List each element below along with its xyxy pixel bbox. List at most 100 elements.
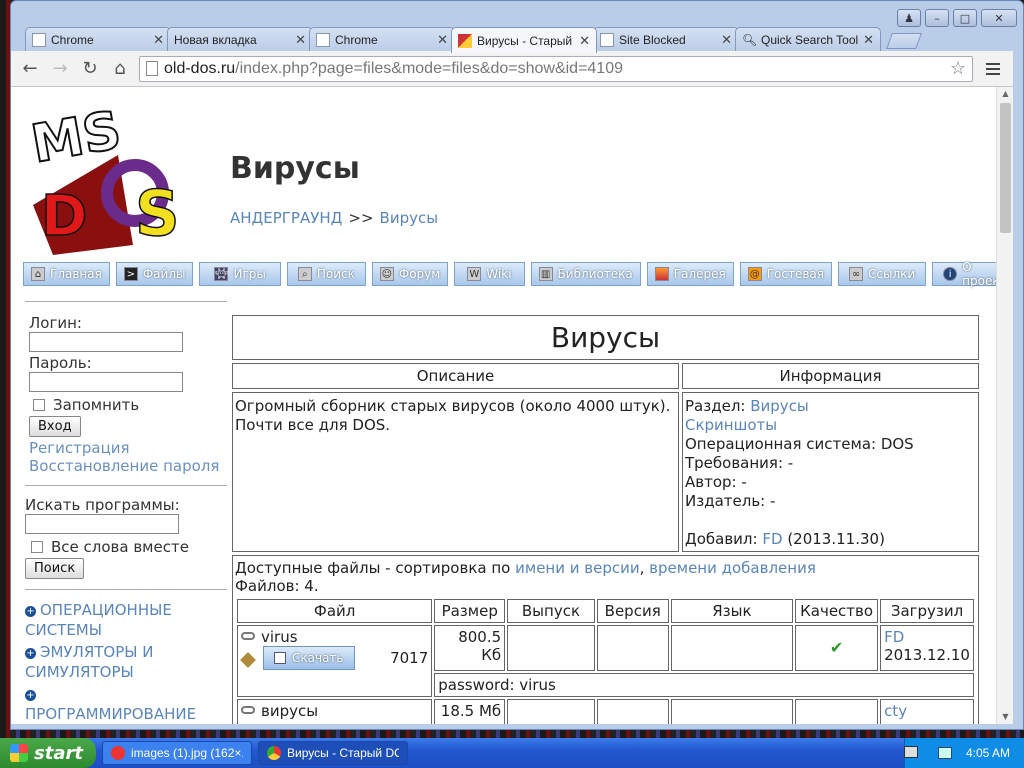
password-field[interactable] [29, 372, 183, 392]
reload-icon[interactable]: ↻ [79, 58, 101, 80]
nav-label: Главная [50, 267, 102, 281]
nav-gallery[interactable]: Галерея [646, 262, 734, 286]
login-label: Логин: [29, 314, 82, 332]
address-bar[interactable]: old-dos.ru/index.php?page=files&mode=fil… [139, 55, 973, 82]
restore-password-link[interactable]: Восстановление пароля [29, 457, 227, 475]
file-size: 800.5 Кб [434, 625, 506, 671]
system-tray: 4:05 AM [904, 738, 1024, 768]
clock[interactable]: 4:05 AM [966, 746, 1010, 760]
file-version [596, 699, 669, 724]
remember-checkbox-row[interactable]: Запомнить [33, 396, 227, 414]
tab-chrome-1[interactable]: Chrome ✕ [25, 27, 171, 51]
keyboard-icon[interactable] [904, 746, 918, 758]
scroll-down-arrow-icon[interactable]: ▼ [997, 710, 1013, 724]
window-controls: ♟ – □ ✕ [897, 9, 1017, 27]
column-header: Версия [596, 599, 669, 623]
home-icon[interactable]: ⌂ [109, 58, 131, 80]
nav-library[interactable]: ▥ Библиотека [530, 262, 641, 286]
tab-title: Вирусы - Старый DOS [477, 33, 575, 48]
breadcrumb-current-link[interactable]: Вирусы [380, 209, 439, 227]
nav-home[interactable]: ⌂ Главная [23, 262, 110, 286]
tab-site-blocked[interactable]: Site Blocked ✕ [593, 27, 739, 51]
scroll-up-arrow-icon[interactable]: ▲ [997, 87, 1013, 101]
nav-guestbook[interactable]: @ Гостевая [739, 262, 832, 286]
vertical-scrollbar[interactable]: ▲ ▼ [996, 87, 1013, 724]
file-release [507, 699, 595, 724]
all-words-checkbox-row[interactable]: Все слова вместе [31, 538, 227, 556]
login-field[interactable] [29, 332, 183, 352]
bookmark-star-icon[interactable]: ☆ [950, 58, 966, 79]
nav-files[interactable]: > Файлы [115, 262, 194, 286]
login-button[interactable]: Вход [29, 416, 81, 437]
guestbook-icon: @ [747, 267, 762, 281]
all-words-label: Все слова вместе [51, 538, 189, 556]
table-row: вирусы 18.5 Мб cty [237, 699, 974, 724]
files-table: Файл Размер Выпуск Версия Язык Качество … [235, 597, 976, 724]
divider [25, 485, 227, 486]
nav-links[interactable]: ∞ Ссылки [838, 262, 927, 286]
column-header: Язык [670, 599, 794, 623]
close-button[interactable]: ✕ [981, 9, 1017, 27]
page-title: Вирусы [230, 151, 360, 186]
register-link[interactable]: Регистрация [29, 439, 227, 457]
back-arrow-icon[interactable]: ← [19, 58, 41, 80]
tab-new-tab[interactable]: Новая вкладка ✕ [167, 27, 313, 51]
tab-title: Chrome [335, 32, 378, 47]
breadcrumb-parent-link[interactable]: АНДЕРГРАУНД [230, 209, 342, 227]
program-search-input[interactable] [25, 514, 179, 534]
expand-plus-icon: + [25, 690, 36, 701]
search-button[interactable]: Поиск [25, 558, 85, 579]
close-icon[interactable]: ✕ [721, 32, 732, 48]
start-button[interactable]: start [0, 738, 96, 768]
all-words-checkbox[interactable] [31, 541, 43, 553]
divider [25, 589, 227, 590]
screenshots-link[interactable]: Скриншоты [685, 416, 777, 434]
file-count: Файлов: 4. [235, 577, 319, 595]
nav-wiki[interactable]: W Wiki [454, 262, 525, 286]
network-icon[interactable] [937, 747, 952, 759]
uploader-cell: cty [880, 699, 974, 724]
taskbar-item-images[interactable]: images (1).jpg (162×... [102, 741, 252, 765]
forward-arrow-icon[interactable]: → [49, 58, 71, 80]
scroll-thumb[interactable] [1000, 103, 1011, 233]
close-icon[interactable]: ✕ [863, 32, 874, 48]
nav-forum[interactable]: ☺ Форум [371, 262, 449, 286]
added-by-link[interactable]: FD [762, 530, 782, 548]
tab-viruses[interactable]: Вирусы - Старый DOS ✕ [451, 27, 597, 53]
close-icon[interactable]: ✕ [579, 33, 590, 49]
tab-strip: Chrome ✕ Новая вкладка ✕ Chrome ✕ Вирусы… [25, 27, 922, 53]
maximize-button[interactable]: □ [953, 9, 977, 27]
link-icon: ∞ [849, 267, 863, 281]
page-viewport: MS D S Вирусы АНДЕРГРАУНД >> Вирусы ⌂ Главн… [11, 87, 1013, 724]
new-tab-button[interactable] [886, 33, 922, 49]
nav-search[interactable]: ⌕ Поиск [286, 262, 366, 286]
minimize-button[interactable]: – [925, 9, 949, 27]
sort-by-name-link[interactable]: имени и версии [515, 559, 639, 577]
close-icon[interactable]: ✕ [437, 32, 448, 48]
profile-icon[interactable]: ♟ [897, 9, 921, 27]
tab-quick-search[interactable]: 🔍︎ Quick Search Tool ✕ [735, 27, 881, 51]
uploader-cell: FD 2013.12.10 [880, 625, 974, 671]
sort-by-time-link[interactable]: времени добавления [649, 559, 816, 577]
taskbar-item-chrome[interactable]: Вирусы - Старый DO... [258, 741, 408, 765]
category-emulators[interactable]: + ЭМУЛЯТОРЫ И СИМУЛЯТОРЫ [25, 642, 227, 682]
description-text: Огромный сборник старых вирусов (около 4… [235, 397, 671, 434]
package-icon [240, 652, 256, 668]
nav-games[interactable]: 👾︎ Игры [199, 262, 281, 286]
close-icon[interactable]: ✕ [153, 32, 164, 48]
menu-icon[interactable] [981, 58, 1005, 80]
tab-chrome-2[interactable]: Chrome ✕ [309, 27, 455, 51]
uploader-link[interactable]: cty [884, 702, 907, 720]
remember-checkbox[interactable] [33, 399, 45, 411]
table-header-row: Файл Размер Выпуск Версия Язык Качество … [237, 599, 974, 623]
category-programming[interactable]: + ПРОГРАММИРОВАНИЕ [25, 684, 227, 724]
msdos-favicon-icon [458, 33, 472, 48]
category-os[interactable]: + ОПЕРАЦИОННЫЕ СИСТЕМЫ [25, 600, 227, 640]
section-link[interactable]: Вирусы [750, 397, 809, 415]
close-icon[interactable]: ✕ [295, 32, 306, 48]
book-icon: ▥ [538, 267, 553, 281]
download-button[interactable]: Скачать [263, 646, 355, 670]
uploader-link[interactable]: FD [884, 628, 904, 646]
expand-plus-icon: + [25, 648, 36, 659]
os-info: Операционная система: DOS [685, 435, 914, 453]
